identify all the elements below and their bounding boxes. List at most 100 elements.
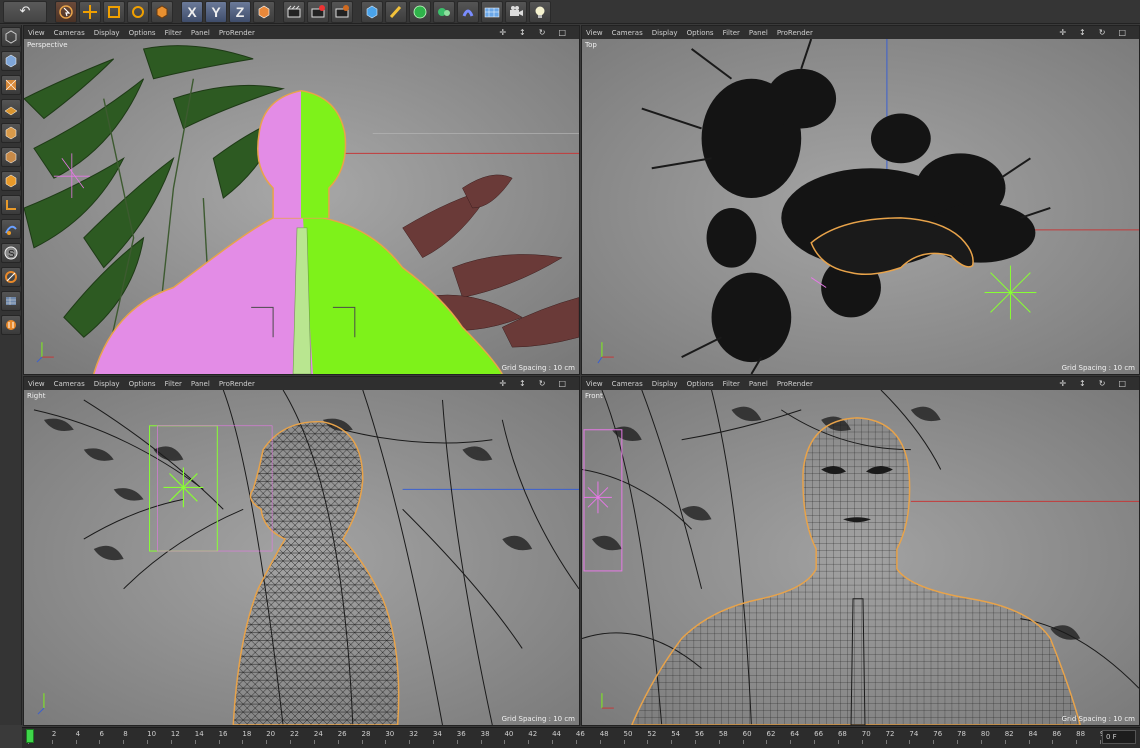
pan-icon[interactable]: ✛ [499,379,506,388]
menu-options[interactable]: Options [129,29,156,37]
menu-prorender[interactable]: ProRender [777,380,813,388]
menu-cameras[interactable]: Cameras [54,380,85,388]
orbit-icon[interactable]: ↻ [1099,379,1106,388]
menu-display[interactable]: Display [94,29,120,37]
menu-filter[interactable]: Filter [165,380,182,388]
menu-filter[interactable]: Filter [165,29,182,37]
viewport-front[interactable]: View Cameras Display Options Filter Pane… [581,376,1140,726]
menu-display[interactable]: Display [94,380,120,388]
viewport-top[interactable]: View Cameras Display Options Filter Pane… [581,25,1140,375]
timeline-ruler[interactable]: 0246810121416182022242628303234363840424… [28,730,1109,744]
model-mode-icon[interactable] [1,51,21,71]
floor-scene-icon[interactable] [481,0,503,23]
undo-icon[interactable]: ↶ [3,0,47,23]
menu-panel[interactable]: Panel [191,29,210,37]
menu-cameras[interactable]: Cameras [54,29,85,37]
current-frame-field[interactable]: 0 F [1102,730,1136,744]
workplane-lock-icon[interactable] [1,267,21,287]
menu-cameras[interactable]: Cameras [612,29,643,37]
render-view-icon[interactable] [283,0,305,23]
zoom-icon[interactable]: ↕ [1079,379,1086,388]
last-object-icon[interactable] [151,0,173,23]
menu-prorender[interactable]: ProRender [219,380,255,388]
light-icon[interactable] [529,0,551,23]
timeline-tick: 62 [766,730,776,744]
menu-options[interactable]: Options [687,29,714,37]
camera-icon[interactable] [505,0,527,23]
axis-mode-icon[interactable] [1,195,21,215]
polygons-mode-icon[interactable] [1,171,21,191]
maximize-icon[interactable]: □ [558,379,566,388]
pan-icon[interactable]: ✛ [499,28,506,37]
menu-filter[interactable]: Filter [723,380,740,388]
viewport-canvas[interactable] [582,39,1139,374]
top-scene [582,39,1139,374]
rotate-icon[interactable] [127,0,149,23]
menu-display[interactable]: Display [652,29,678,37]
menu-cameras[interactable]: Cameras [612,380,643,388]
orbit-icon[interactable]: ↻ [539,28,546,37]
z-axis-lock[interactable]: Z [229,0,251,23]
timeline-tick: 28 [361,730,371,744]
spline-pen-icon[interactable] [385,0,407,23]
subdivision-surface-icon[interactable] [409,0,431,23]
maximize-icon[interactable]: □ [1118,28,1126,37]
menu-view[interactable]: View [586,380,603,388]
timeline-playhead[interactable] [26,729,34,743]
timeline-tick: 40 [504,730,514,744]
timeline-tick: 82 [1004,730,1014,744]
cube-primitive-icon[interactable] [361,0,383,23]
timeline-tick: 22 [290,730,299,744]
x-axis-lock[interactable]: X [181,0,203,23]
xpresso-icon[interactable] [1,315,21,335]
menu-panel[interactable]: Panel [191,380,210,388]
y-axis-lock[interactable]: Y [205,0,227,23]
array-icon[interactable] [433,0,455,23]
viewport-menubar: View Cameras Display Options Filter Pane… [24,377,579,390]
live-selection-icon[interactable] [55,0,77,23]
toolbar-separator [354,1,360,23]
solo-icon[interactable] [1,291,21,311]
timeline-tick: 18 [242,730,252,744]
make-editable-icon[interactable] [1,27,21,47]
menu-view[interactable]: View [586,29,603,37]
timeline[interactable]: 0246810121416182022242628303234363840424… [22,727,1140,748]
render-picture-viewer-icon[interactable] [307,0,329,23]
pan-icon[interactable]: ✛ [1059,28,1066,37]
viewport-canvas[interactable] [24,39,579,374]
menu-prorender[interactable]: ProRender [777,29,813,37]
orbit-icon[interactable]: ↻ [1099,28,1106,37]
move-icon[interactable] [79,0,101,23]
menu-display[interactable]: Display [652,380,678,388]
menu-options[interactable]: Options [687,380,714,388]
viewport-canvas[interactable] [24,390,579,725]
menu-view[interactable]: View [28,29,45,37]
viewport-canvas[interactable] [582,390,1139,725]
menu-options[interactable]: Options [129,380,156,388]
menu-prorender[interactable]: ProRender [219,29,255,37]
viewport-right[interactable]: View Cameras Display Options Filter Pane… [23,376,580,726]
zoom-icon[interactable]: ↕ [519,28,526,37]
edit-render-settings-icon[interactable] [331,0,353,23]
points-mode-icon[interactable] [1,123,21,143]
menu-panel[interactable]: Panel [749,380,768,388]
tweak-mode-icon[interactable] [1,219,21,239]
world-coordinates-icon[interactable] [253,0,275,23]
viewport-perspective[interactable]: View Cameras Display Options Filter Pane… [23,25,580,375]
texture-mode-icon[interactable] [1,75,21,95]
menu-panel[interactable]: Panel [749,29,768,37]
edges-mode-icon[interactable] [1,147,21,167]
orbit-icon[interactable]: ↻ [539,379,546,388]
zoom-icon[interactable]: ↕ [519,379,526,388]
snapping-icon[interactable]: S [1,243,21,263]
menu-view[interactable]: View [28,380,45,388]
maximize-icon[interactable]: □ [558,28,566,37]
maximize-icon[interactable]: □ [1118,379,1126,388]
menu-filter[interactable]: Filter [723,29,740,37]
pan-icon[interactable]: ✛ [1059,379,1066,388]
workplane-icon[interactable] [1,99,21,119]
zoom-icon[interactable]: ↕ [1079,28,1086,37]
deformer-icon[interactable] [457,0,479,23]
timeline-tick: 54 [671,730,681,744]
scale-icon[interactable] [103,0,125,23]
